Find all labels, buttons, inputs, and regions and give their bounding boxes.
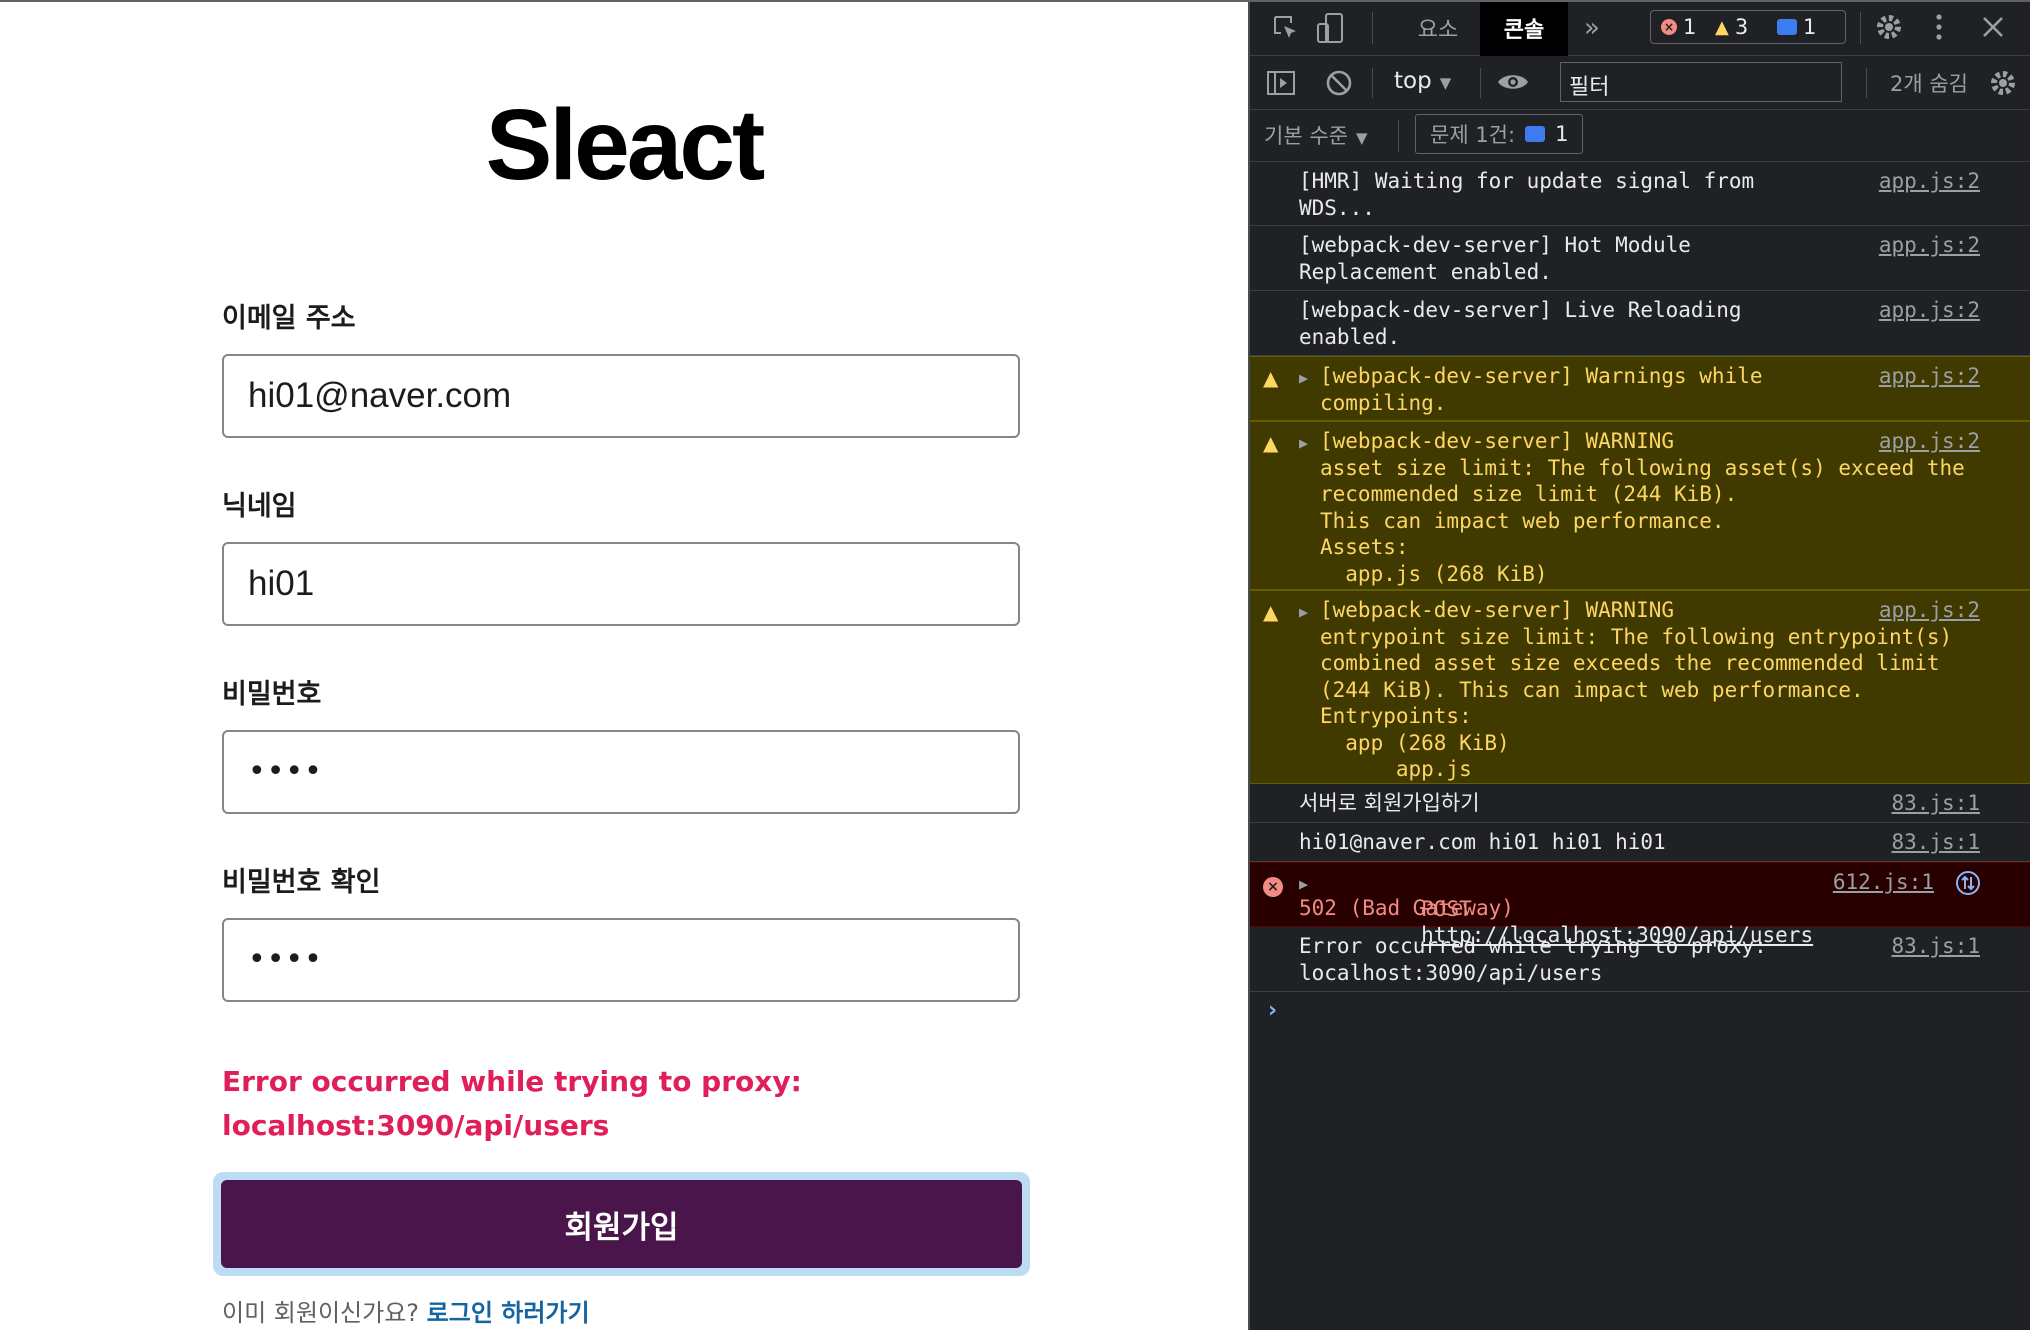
warning-icon: ▲ (1263, 366, 1279, 390)
clear-console-icon[interactable] (1324, 68, 1354, 102)
nickname-label: 닉네임 (222, 491, 297, 522)
error-count: × 1 (1661, 15, 1696, 39)
console-warning[interactable]: ▲ ▶ [webpack-dev-server] WARNING asset s… (1250, 421, 2030, 590)
message-count: 1 (1777, 15, 1816, 39)
password-check-field[interactable]: •••• (222, 918, 1020, 1002)
console-message: [HMR] Waiting for update signal from WDS… (1250, 162, 2030, 226)
issue-counters[interactable]: × 1 ▲ 3 1 (1650, 10, 1846, 44)
console-message: 서버로 회원가입하기 83.js:1 (1250, 784, 2030, 823)
console-filter-input[interactable]: 필터 (1560, 62, 1842, 102)
console-message: [webpack-dev-server] Hot Module Replacem… (1250, 226, 2030, 291)
tab-elements[interactable]: 요소 (1402, 0, 1474, 56)
password-field[interactable]: •••• (222, 730, 1020, 814)
expand-arrow-icon[interactable]: ▶ (1299, 603, 1308, 621)
devtools-panel: 요소 콘솔 » × 1 ▲ 3 1 top ▼ 필터 2개 숨김 기본 수준 ▼… (1248, 0, 2030, 1330)
source-link[interactable]: 612.js:1 (1833, 869, 1934, 896)
message-icon (1777, 19, 1797, 35)
error-icon: × (1661, 19, 1677, 35)
window-top-border (0, 0, 2030, 2)
source-link[interactable]: app.js:2 (1879, 232, 1980, 259)
source-link[interactable]: app.js:2 (1879, 363, 1980, 390)
source-link[interactable]: 83.js:1 (1891, 790, 1980, 817)
email-field[interactable]: hi01@naver.com (222, 354, 1020, 438)
sidebar-toggle-icon[interactable] (1266, 68, 1296, 102)
nickname-value: hi01 (248, 564, 315, 603)
error-icon: × (1263, 871, 1283, 898)
context-selector[interactable]: top ▼ (1394, 68, 1451, 94)
signup-button[interactable]: 회원가입 (221, 1180, 1022, 1268)
toolbar-divider (1866, 68, 1867, 98)
password-value: •••• (248, 754, 323, 789)
settings-gear-icon[interactable] (1874, 12, 1904, 46)
email-label: 이메일 주소 (222, 303, 356, 334)
password-label: 비밀번호 (222, 679, 322, 710)
devtools-tabbar: 요소 콘솔 » × 1 ▲ 3 1 (1250, 0, 2030, 56)
source-link[interactable]: app.js:2 (1879, 428, 1980, 455)
login-link[interactable]: 로그인 하러가기 (427, 1299, 590, 1327)
error-line-2: localhost:3090/api/users (222, 1109, 610, 1142)
kebab-menu-icon[interactable] (1934, 12, 1944, 46)
password-check-value: •••• (248, 942, 323, 977)
live-expression-eye-icon[interactable] (1496, 70, 1530, 98)
console-subtoolbar: 기본 수준 ▼ 문제 1건: 1 (1250, 110, 2030, 162)
close-devtools-icon[interactable] (1980, 14, 2006, 44)
warning-icon: ▲ (1263, 600, 1279, 624)
expand-arrow-icon[interactable]: ▶ (1299, 369, 1308, 387)
more-tabs-icon[interactable]: » (1572, 0, 1612, 56)
tab-console[interactable]: 콘솔 (1480, 0, 1568, 56)
app-logo: Sleact (485, 89, 766, 201)
toolbar-divider (1398, 120, 1399, 152)
password-check-label: 비밀번호 확인 (222, 867, 381, 898)
expand-arrow-icon[interactable]: ▶ (1299, 434, 1308, 452)
console-warning[interactable]: ▲ ▶ [webpack-dev-server] WARNING entrypo… (1250, 590, 2030, 784)
expand-arrow-icon[interactable]: ▶ (1299, 875, 1308, 893)
network-request-icon[interactable] (1954, 869, 1982, 904)
source-link[interactable]: app.js:2 (1879, 297, 1980, 324)
submit-focus-ring: 회원가입 (213, 1172, 1030, 1276)
source-link[interactable]: 83.js:1 (1891, 933, 1980, 960)
source-link[interactable]: app.js:2 (1879, 597, 1980, 624)
error-line-1: Error occurred while trying to proxy: (222, 1065, 802, 1098)
toolbar-divider (1860, 12, 1861, 44)
console-message: Error occurred while trying to proxy: lo… (1250, 927, 2030, 992)
console-warning[interactable]: ▲ ▶ [webpack-dev-server] Warnings while … (1250, 356, 2030, 421)
login-prompt: 이미 회원이신가요? (222, 1299, 420, 1327)
issue-message-icon (1525, 126, 1546, 142)
source-link[interactable]: app.js:2 (1879, 168, 1980, 195)
source-link[interactable]: 83.js:1 (1891, 829, 1980, 856)
inspect-element-icon[interactable] (1272, 14, 1300, 46)
console-message: hi01@naver.com hi01 hi01 hi01 83.js:1 (1250, 823, 2030, 862)
email-value: hi01@naver.com (248, 376, 512, 415)
signup-error-message: Error occurred while trying to proxy: lo… (222, 1060, 1022, 1148)
console-prompt[interactable]: › (1250, 992, 2030, 1032)
response-status: 502 (Bad Gateway) (1299, 896, 1514, 920)
warning-count: ▲ 3 (1715, 15, 1749, 39)
console-settings-gear-icon[interactable] (1988, 68, 2018, 102)
warning-icon: ▲ (1263, 431, 1279, 455)
prompt-chevron-icon: › (1268, 998, 1278, 1023)
console-message: [webpack-dev-server] Live Reloading enab… (1250, 291, 2030, 356)
warning-icon: ▲ (1715, 16, 1729, 38)
toolbar-divider (1372, 12, 1373, 44)
console-error[interactable]: × ▶ POST http://localhost:3090/api/users… (1250, 862, 2030, 947)
console-messages: [HMR] Waiting for update signal from WDS… (1250, 162, 2030, 1032)
nickname-field[interactable]: hi01 (222, 542, 1020, 626)
issues-button[interactable]: 문제 1건: 1 (1415, 114, 1584, 154)
console-toolbar: top ▼ 필터 2개 숨김 (1250, 56, 2030, 110)
toolbar-divider (1372, 68, 1373, 98)
log-levels-dropdown[interactable]: 기본 수준 ▼ (1264, 120, 1368, 150)
login-prompt-line: 이미 회원이신가요? 로그인 하러가기 (222, 1293, 590, 1328)
device-toolbar-icon[interactable] (1316, 12, 1346, 48)
hidden-messages-count: 2개 숨김 (1890, 72, 1968, 96)
signup-page: Sleact 이메일 주소 hi01@naver.com 닉네임 hi01 비밀… (0, 0, 1248, 1330)
toolbar-divider (1480, 68, 1481, 98)
